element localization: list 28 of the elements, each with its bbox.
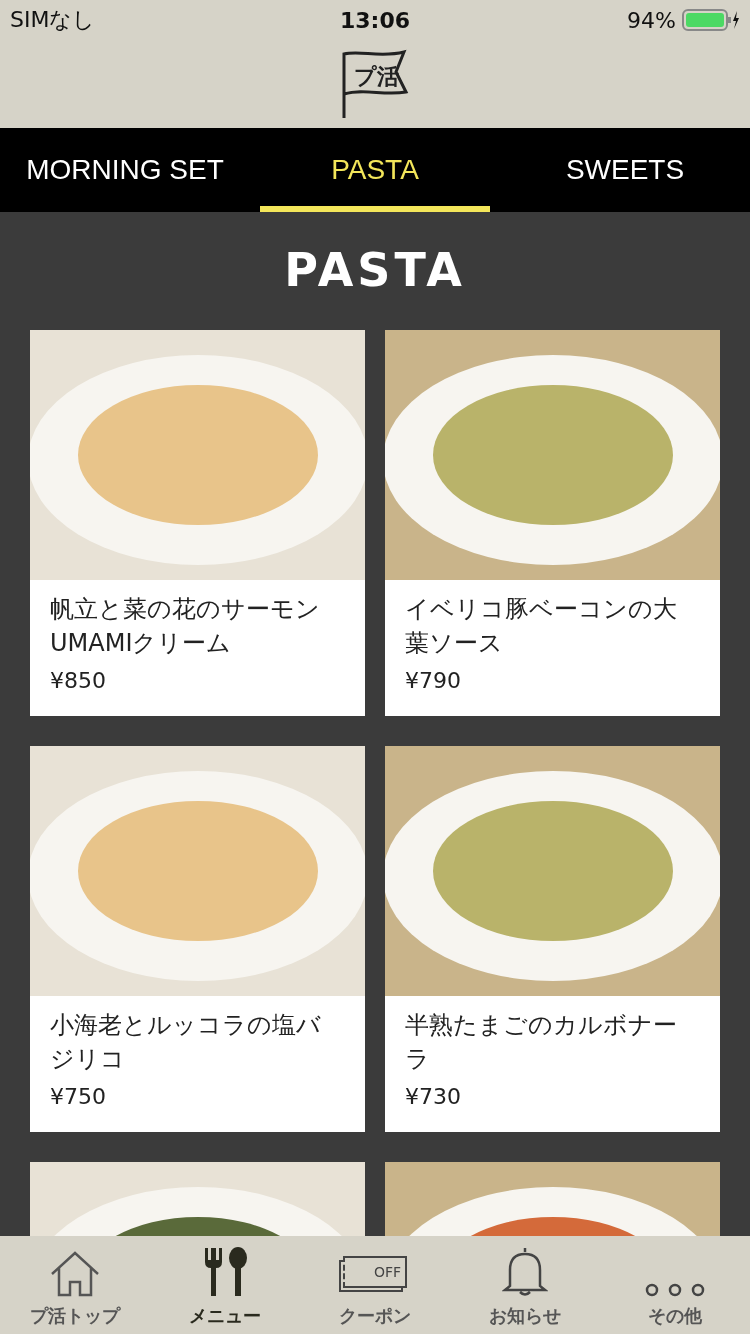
- menu-card[interactable]: 半熟たまごのカルボナーラ ¥730: [385, 746, 720, 1132]
- category-tab[interactable]: SWEETS: [510, 128, 740, 212]
- dish-price: ¥730: [405, 1084, 462, 1109]
- dish-name: 帆立と菜の花のサーモンUMAMIクリーム: [50, 594, 321, 659]
- battery-icon: [682, 9, 740, 31]
- tab-bar-item[interactable]: プ活トップ: [0, 1236, 150, 1334]
- tab-bar-item[interactable]: OFF クーポン: [300, 1236, 450, 1334]
- dish-name: イベリコ豚ベーコンの大葉ソース: [405, 594, 678, 659]
- section-title: PASTA: [283, 242, 467, 299]
- tab-bar-item[interactable]: その他: [600, 1236, 750, 1334]
- dish-name: 小海老とルッコラの塩バジリコ: [50, 1010, 322, 1075]
- menu-card[interactable]: 小海老とルッコラの塩バジリコ ¥750: [30, 746, 365, 1132]
- category-tab[interactable]: MORNING SET: [10, 128, 240, 212]
- dish-price: ¥850: [50, 668, 107, 693]
- dish-price: ¥750: [50, 1084, 107, 1109]
- home-icon: [49, 1250, 101, 1298]
- tab-bar-item[interactable]: メニュー: [150, 1236, 300, 1334]
- dish-name: 半熟たまごのカルボナーラ: [405, 1010, 678, 1075]
- tab-bar-item[interactable]: お知らせ: [450, 1236, 600, 1334]
- more-icon: [644, 1282, 706, 1298]
- dish-price: ¥790: [405, 668, 462, 693]
- carrier-label: SIMなし: [10, 6, 96, 34]
- bell-icon: [502, 1246, 548, 1298]
- menu-card[interactable]: イベリコ豚ベーコンの大葉ソース ¥790: [385, 330, 720, 716]
- clock-time: 13:06: [339, 7, 411, 33]
- battery-percent: 94%: [627, 7, 676, 33]
- flag-logo: プ活: [340, 48, 410, 120]
- menu-card[interactable]: 帆立と菜の花のサーモンUMAMIクリーム ¥850: [30, 330, 365, 716]
